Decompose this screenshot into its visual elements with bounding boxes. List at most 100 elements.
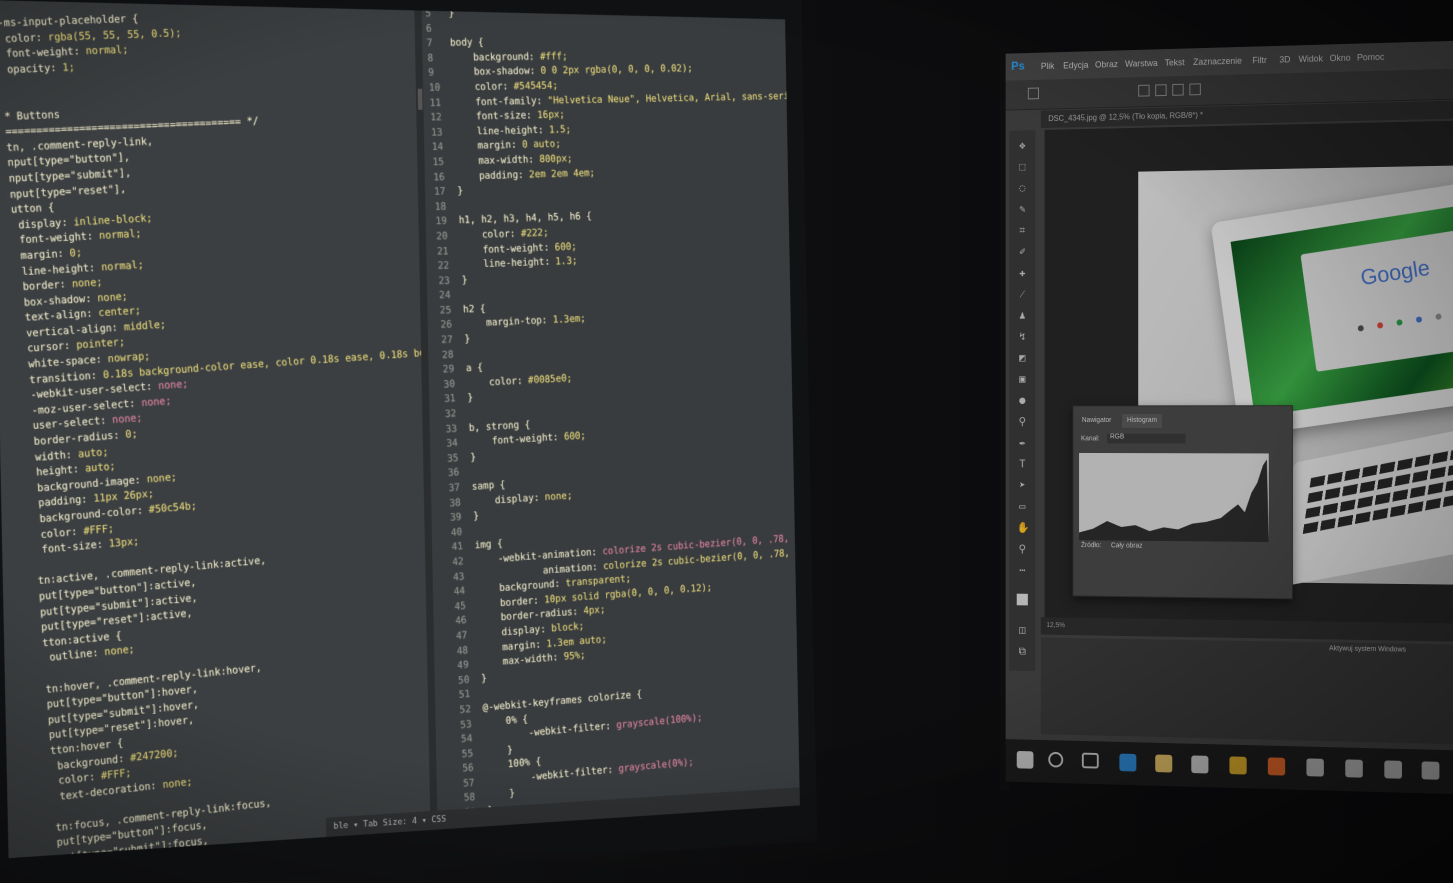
code-property: width: [28, 448, 79, 464]
line-number: 14 [431, 141, 444, 154]
menu-item-obraz[interactable]: Obraz [1095, 59, 1118, 69]
chrome-icon[interactable] [1229, 756, 1247, 775]
menu-item-filtr[interactable]: Filtr [1252, 55, 1266, 65]
tool-preset-icon[interactable] [1027, 87, 1039, 100]
channel-select[interactable]: RGB [1107, 433, 1186, 444]
calculator-icon[interactable] [1345, 759, 1363, 778]
selection-subtract-icon[interactable] [1172, 83, 1184, 96]
editor-pane-right: 5} 6 7 body {8 background: #fff; 9 box-shado… [421, 8, 800, 848]
code-property: h2 { [462, 302, 486, 316]
edge-browser-icon[interactable] [1119, 753, 1137, 772]
code-property: height: [29, 463, 86, 480]
menu-item-3d[interactable]: 3D [1279, 54, 1290, 64]
selection-add-icon[interactable] [1155, 84, 1167, 97]
hand-tool-icon[interactable]: ✋ [1017, 521, 1030, 534]
photoshop-canvas[interactable]: Google Nawigator Histogram Kanał: RGB Źr… [1044, 120, 1453, 640]
code-value: inline-block; [73, 212, 153, 229]
code-value: 0 auto; [521, 138, 562, 151]
app-dot-icon [1357, 324, 1365, 332]
firefox-icon[interactable] [1267, 757, 1286, 776]
path-select-tool-icon[interactable]: ➤ [1017, 479, 1028, 492]
photoshop-toolbar: ✥ ⬚ ◌ ✎ ⌗ ✐ ✚ ⁄ ♟ ↯ ◩ ▣ ● ⚲ ✒ T ➤ ▭ ✋ ⚲ [1009, 130, 1036, 672]
type-tool-icon[interactable]: T [1017, 458, 1028, 471]
line-number: 6 [425, 22, 433, 35]
shape-tool-icon[interactable]: ▭ [1017, 500, 1028, 513]
code-property: * Buttons [3, 108, 61, 123]
color-swatch-icon[interactable] [1016, 593, 1028, 606]
menu-item-widok[interactable]: Widok [1299, 54, 1323, 65]
gradient-tool-icon[interactable]: ▣ [1017, 373, 1028, 386]
blur-tool-icon[interactable]: ● [1017, 394, 1028, 407]
tab-navigator[interactable]: Nawigator [1077, 414, 1116, 428]
windows-start-icon[interactable] [1016, 750, 1034, 769]
code-value: normal; [98, 228, 142, 243]
code-property: h1, h2, h3, h4, h5, h6 { [458, 210, 592, 227]
app-dot-icon [1376, 322, 1384, 329]
selection-intersect-icon[interactable] [1189, 83, 1201, 96]
code-value: 0; [125, 428, 138, 441]
stamp-tool-icon[interactable]: ♟ [1017, 309, 1028, 322]
marquee-tool-icon[interactable]: ⬚ [1017, 160, 1028, 173]
brush-tool-icon[interactable]: ⁄ [1017, 288, 1028, 301]
code-property: body { [449, 36, 485, 49]
code-property: samp { [471, 479, 506, 493]
line-number: 19 [435, 215, 448, 228]
store-icon[interactable] [1191, 755, 1209, 774]
app-icon[interactable] [1384, 760, 1402, 779]
code-property [3, 95, 4, 107]
code-value: 1; [62, 61, 76, 74]
app-dot-icon [1396, 319, 1403, 326]
tab-histogram[interactable]: Histogram [1122, 414, 1162, 428]
windows-taskbar [1005, 739, 1453, 795]
line-number: 12 [430, 111, 443, 124]
history-brush-tool-icon[interactable]: ↯ [1017, 330, 1028, 343]
left-monitor: -ms-input-placeholder { color: rgba(55, … [0, 0, 825, 883]
task-view-icon[interactable] [1081, 752, 1099, 769]
more-tools-icon[interactable]: ⋯ [1017, 564, 1028, 577]
menu-item-zaznaczenie[interactable]: Zaznaczenie [1193, 56, 1242, 67]
code-property: color: [0, 31, 49, 45]
screen-mode-icon[interactable]: ⧉ [1017, 645, 1028, 658]
crop-tool-icon[interactable]: ⌗ [1017, 224, 1028, 237]
code-property [54, 807, 55, 819]
code-value: none; [162, 775, 193, 791]
healing-tool-icon[interactable]: ✚ [1017, 266, 1028, 279]
line-number: 22 [437, 259, 450, 272]
search-icon[interactable] [1048, 751, 1064, 768]
code-value [3, 95, 4, 107]
code-value: none; [111, 412, 143, 427]
pen-tool-icon[interactable]: ✒ [1017, 436, 1028, 449]
menu-item-tekst[interactable]: Tekst [1165, 57, 1185, 67]
quick-mask-icon[interactable]: ◫ [1017, 624, 1028, 637]
selection-new-icon[interactable] [1138, 84, 1150, 97]
line-number: 16 [433, 170, 445, 183]
move-tool-icon[interactable]: ✥ [1017, 139, 1028, 152]
lasso-tool-icon[interactable]: ◌ [1017, 182, 1028, 195]
app-icon[interactable] [1421, 761, 1440, 780]
code-property: } [457, 185, 464, 197]
code-property: margin: [13, 247, 71, 263]
menu-item-pomoc[interactable]: Pomoc [1357, 52, 1384, 63]
code-value: normal; [85, 44, 129, 58]
dodge-tool-icon[interactable]: ⚲ [1017, 415, 1028, 428]
menu-item-edycja[interactable]: Edycja [1063, 60, 1088, 70]
zoom-tool-icon[interactable]: ⚲ [1017, 543, 1028, 556]
scrollbar-thumb[interactable] [417, 88, 423, 110]
menu-item-okno[interactable]: Okno [1330, 53, 1351, 63]
line-number: 17 [433, 185, 446, 198]
line-number: 8 [427, 52, 434, 64]
code-property: cursor: [20, 339, 77, 356]
code-property: } [486, 787, 516, 802]
line-number: 32 [444, 407, 457, 420]
source-value[interactable]: Cały obraz [1111, 542, 1143, 549]
app-icon[interactable] [1306, 758, 1324, 777]
menu-item-warstwa[interactable]: Warstwa [1125, 58, 1158, 69]
menu-item-plik[interactable]: Plik [1041, 61, 1055, 71]
eraser-tool-icon[interactable]: ◩ [1017, 351, 1028, 364]
file-explorer-icon[interactable] [1155, 754, 1173, 773]
code-value: 600; [563, 430, 587, 443]
code-property: } [464, 333, 471, 345]
eyedropper-tool-icon[interactable]: ✐ [1017, 245, 1028, 258]
quick-select-tool-icon[interactable]: ✎ [1017, 203, 1028, 216]
app-dot-icon [1435, 313, 1442, 321]
